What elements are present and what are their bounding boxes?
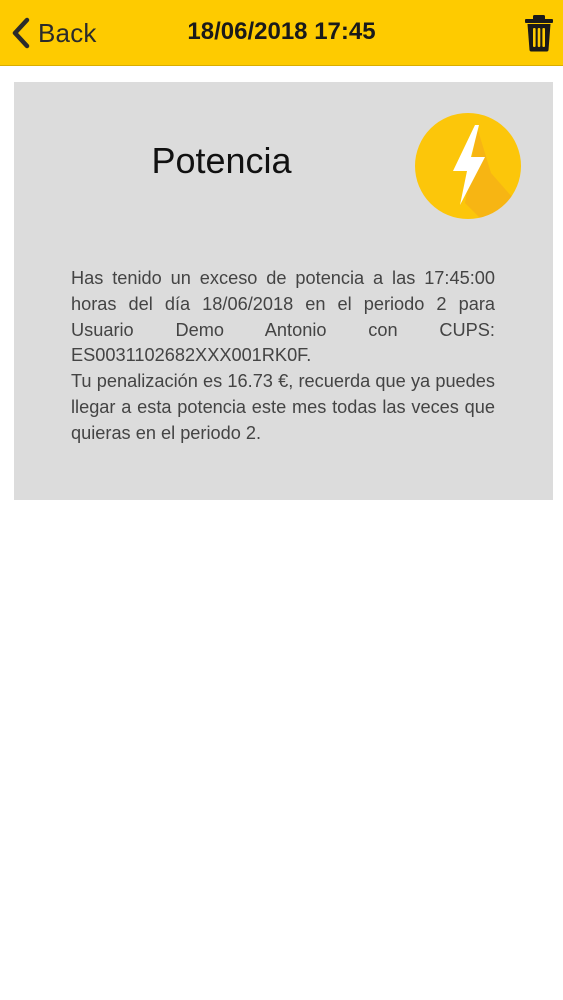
trash-icon[interactable]	[524, 14, 554, 52]
message-paragraph: Tu penalización es 16.73 €, recuerda que…	[71, 371, 495, 443]
notification-card: Potencia Has tenido un exceso de potenci…	[14, 82, 553, 500]
lightning-icon	[415, 113, 521, 219]
notification-message: Has tenido un exceso de potencia a las 1…	[71, 266, 495, 447]
page-title: 18/06/2018 17:45	[187, 18, 376, 45]
top-bar: Back 18/06/2018 17:45	[0, 0, 563, 66]
notification-title: Potencia	[151, 140, 292, 181]
message-paragraph: Has tenido un exceso de potencia a las 1…	[71, 268, 495, 366]
